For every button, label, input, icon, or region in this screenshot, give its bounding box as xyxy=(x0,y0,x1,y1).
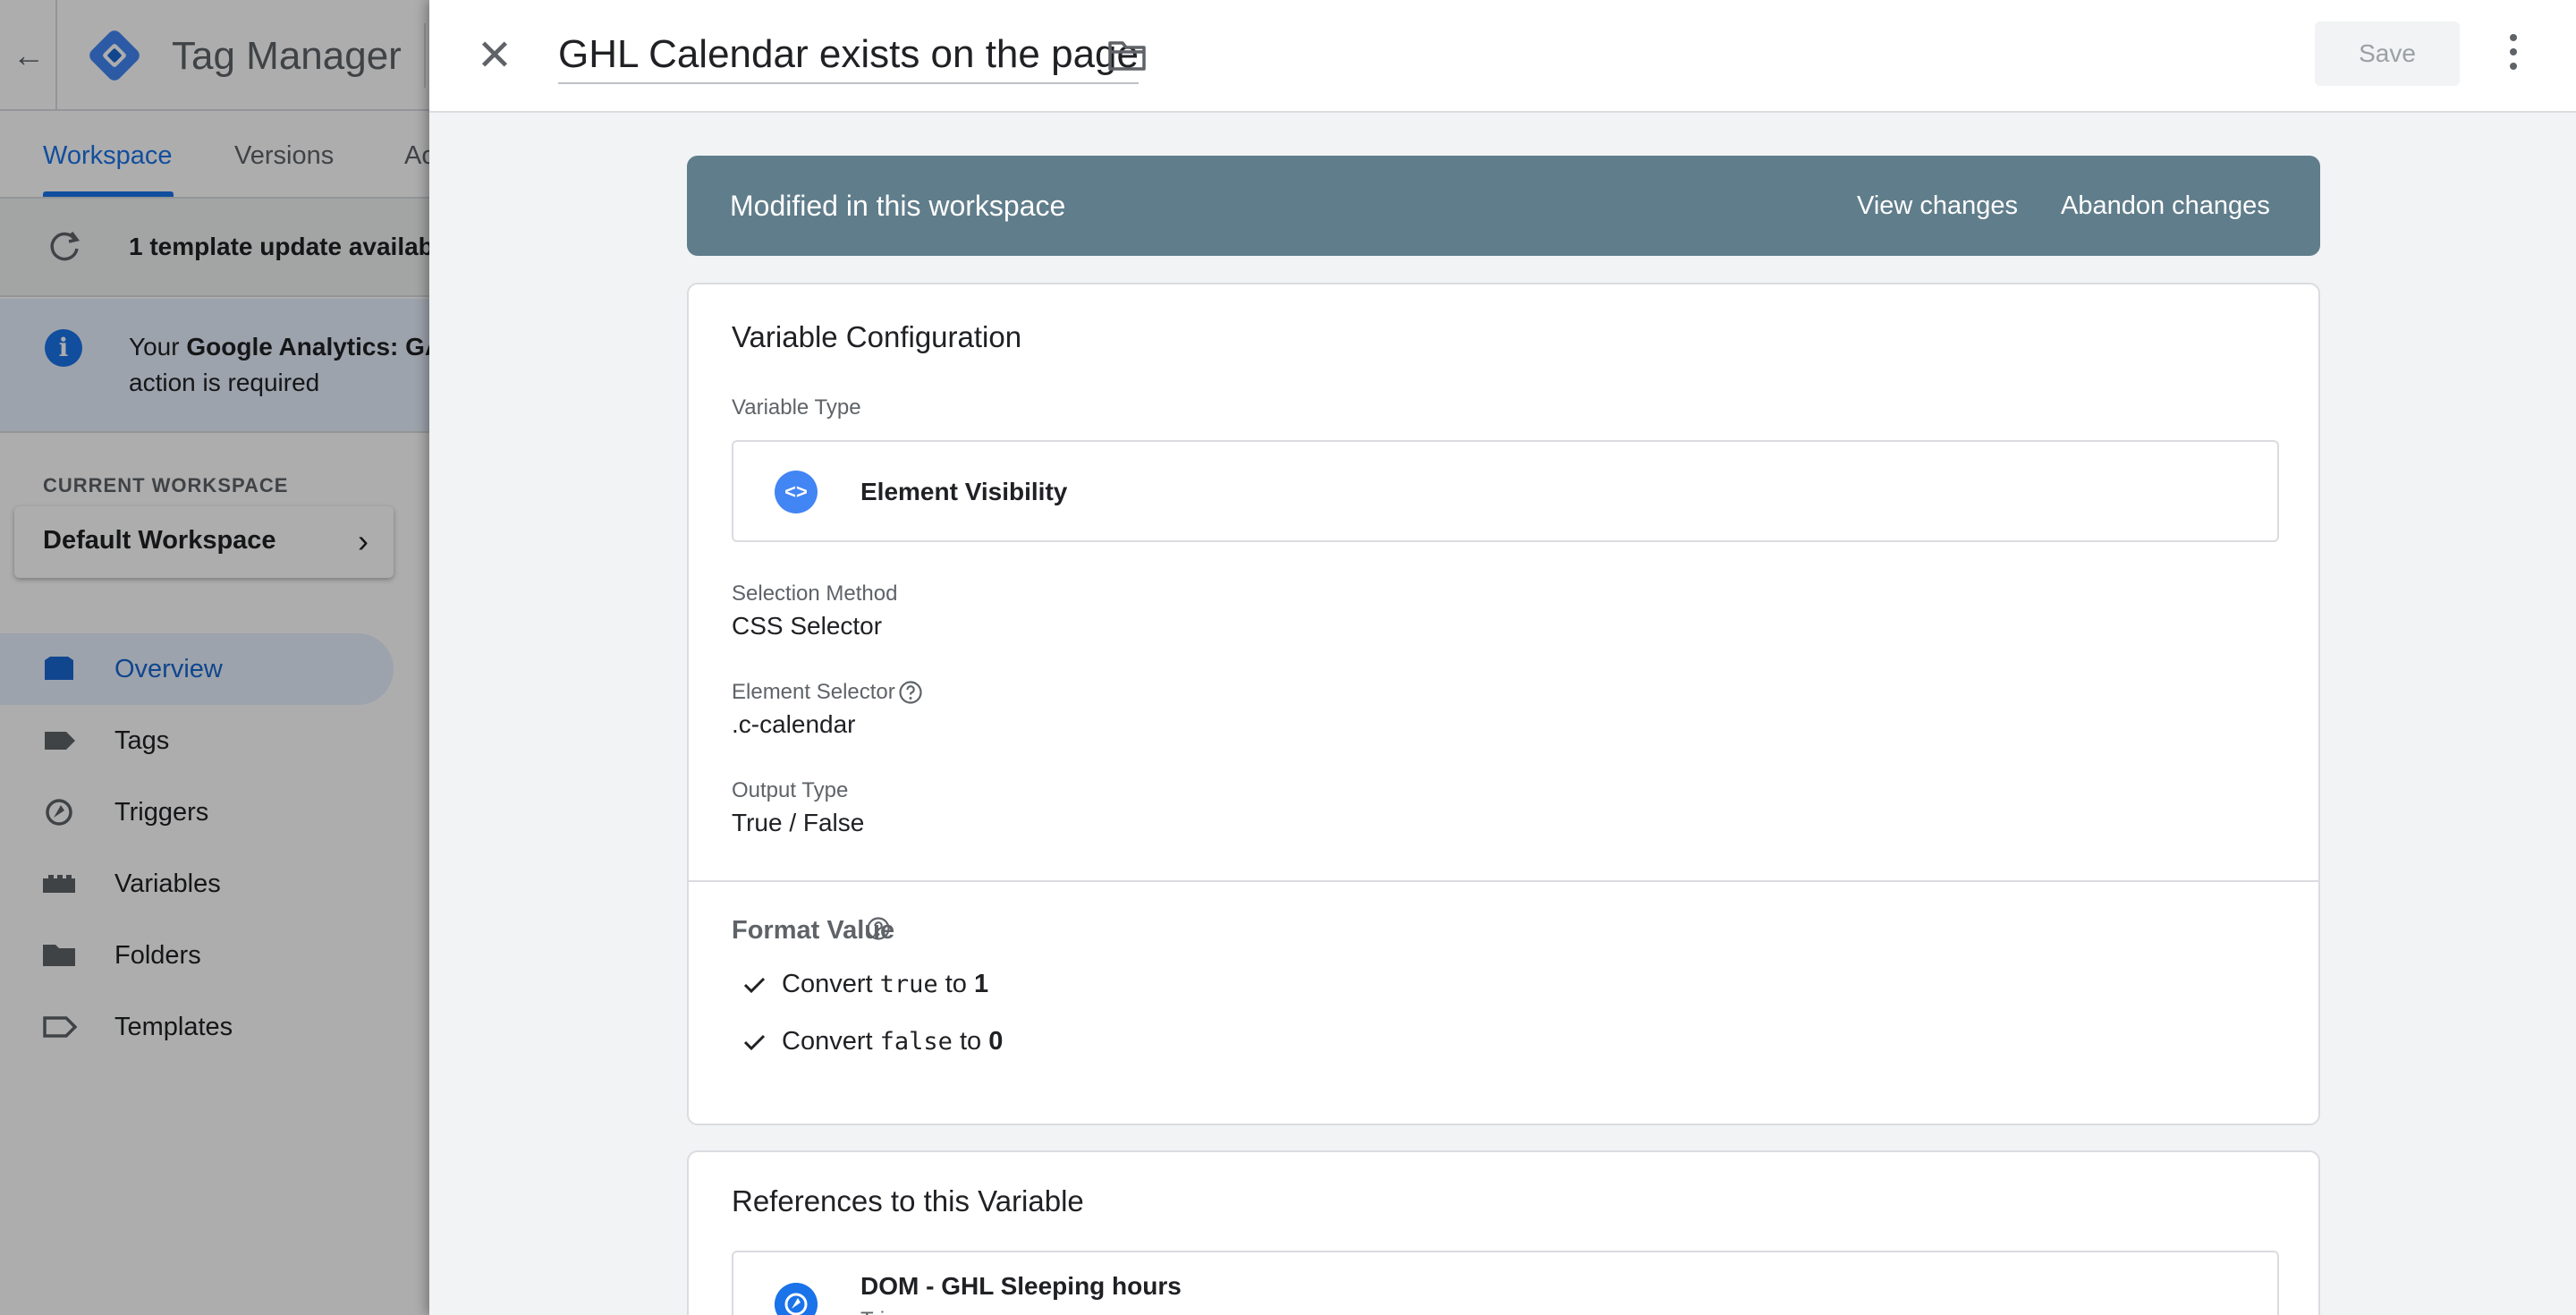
output-type-value: True / False xyxy=(732,809,865,836)
save-button[interactable]: Save xyxy=(2315,21,2460,86)
abandon-changes-button[interactable]: Abandon changes xyxy=(2061,191,2270,221)
selection-method-value: CSS Selector xyxy=(732,612,883,640)
folder-icon[interactable] xyxy=(1107,39,1147,72)
variable-type-label: Variable Type xyxy=(732,395,861,420)
variable-type-name: Element Visibility xyxy=(860,478,1068,505)
element-selector-value: .c-calendar xyxy=(732,710,856,738)
convert-false-text: Convert false to 0 xyxy=(782,1027,1004,1056)
panel-header: ✕ GHL Calendar exists on the page Save xyxy=(429,0,2576,113)
variable-name-input[interactable]: GHL Calendar exists on the page xyxy=(558,32,1139,84)
element-visibility-icon: <> xyxy=(775,471,818,513)
trigger-icon xyxy=(775,1283,818,1315)
close-icon[interactable]: ✕ xyxy=(469,30,521,82)
element-selector-label: Element Selector xyxy=(732,680,895,704)
reference-type: Trigger xyxy=(860,1308,928,1315)
references-card: References to this Variable DOM - GHL Sl… xyxy=(687,1150,2320,1315)
card-divider xyxy=(689,880,2318,882)
help-icon[interactable] xyxy=(866,916,891,941)
reference-name: DOM - GHL Sleeping hours xyxy=(860,1272,1182,1300)
check-icon xyxy=(743,1034,766,1051)
help-icon[interactable] xyxy=(898,680,923,705)
variable-editor-panel: ✕ GHL Calendar exists on the page Save M… xyxy=(429,0,2576,1315)
variable-configuration-card[interactable]: Variable Configuration Variable Type <> … xyxy=(687,283,2320,1125)
more-vert-icon[interactable] xyxy=(2496,27,2531,84)
check-icon xyxy=(743,977,766,994)
modified-banner: Modified in this workspace View changes … xyxy=(687,156,2320,256)
variable-type-selector[interactable]: <> Element Visibility xyxy=(732,440,2279,542)
card-title: Variable Configuration xyxy=(732,320,1022,353)
output-type-label: Output Type xyxy=(732,778,849,802)
reference-item[interactable]: DOM - GHL Sleeping hours Trigger xyxy=(732,1251,2279,1315)
modified-banner-text: Modified in this workspace xyxy=(730,190,1066,222)
view-changes-button[interactable]: View changes xyxy=(1857,191,2018,221)
selection-method-label: Selection Method xyxy=(732,581,898,606)
convert-true-text: Convert true to 1 xyxy=(782,970,989,998)
references-title: References to this Variable xyxy=(732,1184,1084,1217)
